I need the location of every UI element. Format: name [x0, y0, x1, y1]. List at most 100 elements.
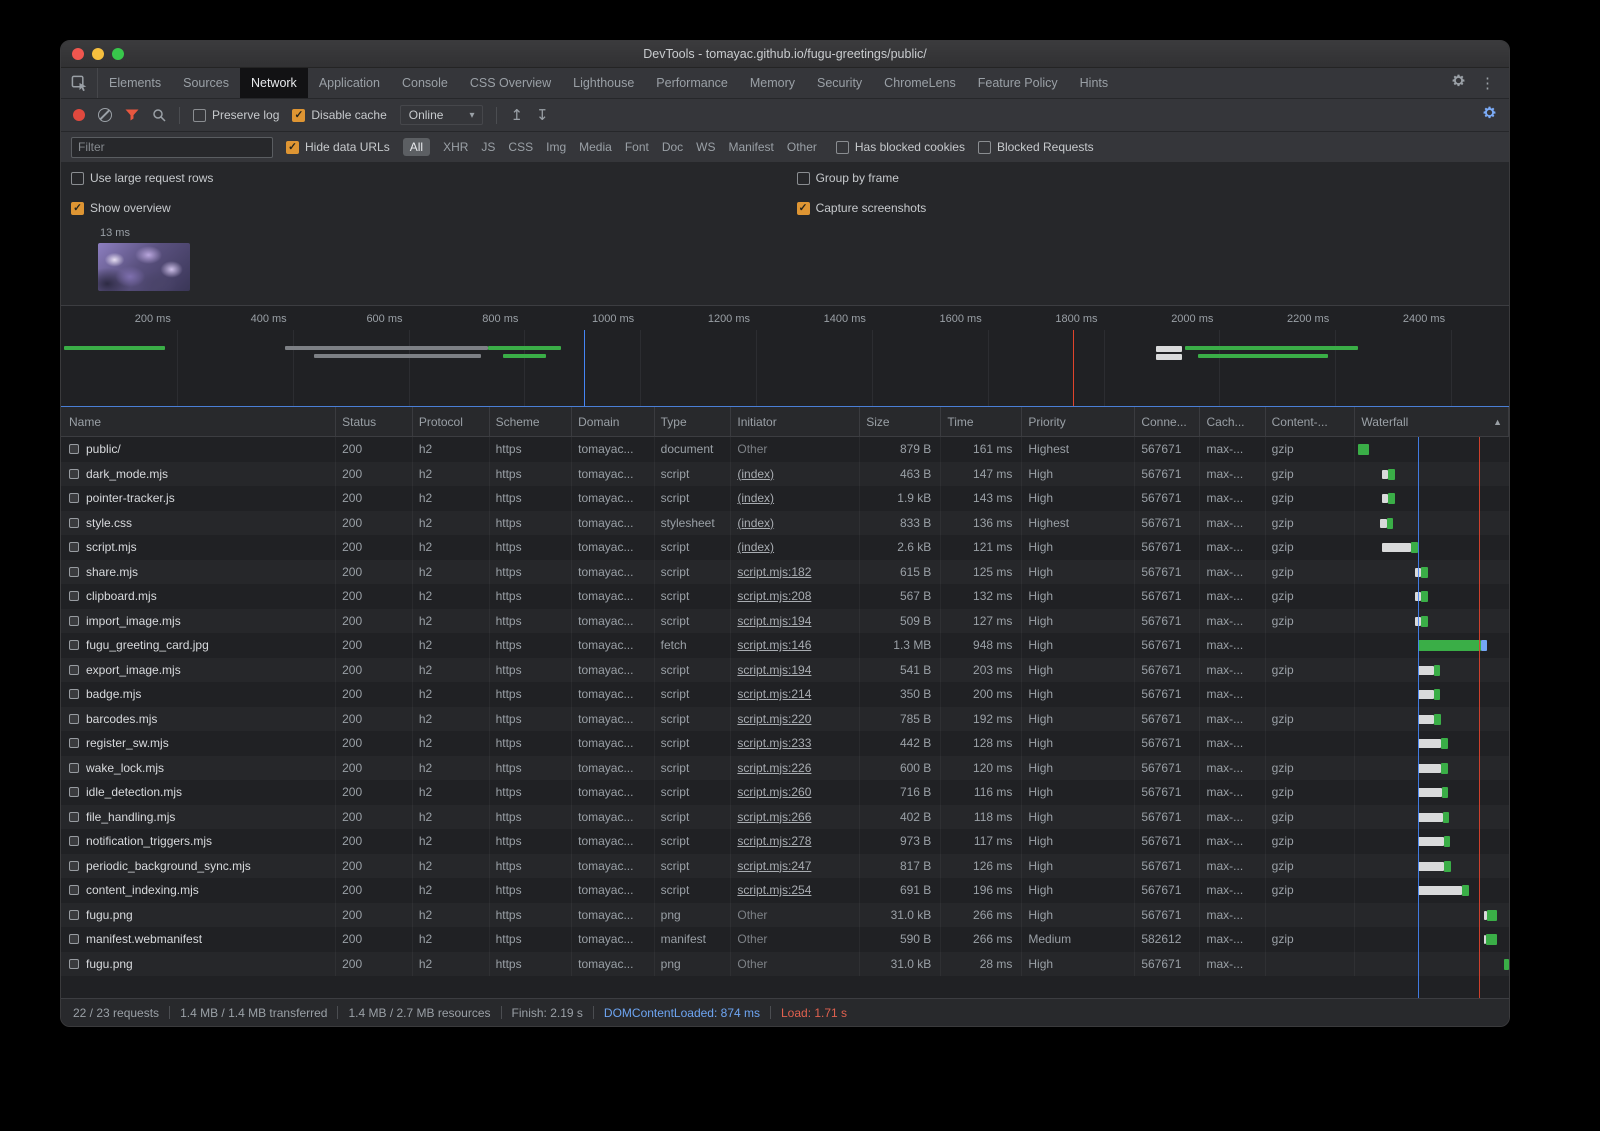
- filter-input[interactable]: [71, 137, 273, 158]
- request-row[interactable]: clipboard.mjs200h2httpstomayac...scripts…: [61, 584, 1509, 609]
- column-header-conne[interactable]: Conne...: [1135, 407, 1200, 436]
- column-header-name[interactable]: Name: [61, 407, 336, 436]
- tab-css-overview[interactable]: CSS Overview: [459, 68, 562, 98]
- minimize-window-button[interactable]: [92, 48, 104, 60]
- capture-screenshots-checkbox[interactable]: Capture screenshots: [797, 201, 927, 215]
- preserve-log-checkbox[interactable]: Preserve log: [193, 108, 279, 122]
- tab-security[interactable]: Security: [806, 68, 873, 98]
- initiator-link[interactable]: script.mjs:220: [737, 712, 811, 726]
- has-blocked-cookies-checkbox[interactable]: Has blocked cookies: [836, 140, 965, 154]
- type-filter-css[interactable]: CSS: [508, 140, 533, 154]
- request-row[interactable]: import_image.mjs200h2httpstomayac...scri…: [61, 609, 1509, 634]
- initiator-link[interactable]: script.mjs:233: [737, 736, 811, 750]
- initiator-link[interactable]: script.mjs:260: [737, 785, 811, 799]
- initiator-link[interactable]: script.mjs:194: [737, 614, 811, 628]
- filter-icon[interactable]: [125, 109, 139, 121]
- request-row[interactable]: export_image.mjs200h2httpstomayac...scri…: [61, 658, 1509, 683]
- type-filter-ws[interactable]: WS: [696, 140, 715, 154]
- initiator-link[interactable]: (index): [737, 491, 774, 505]
- tab-hints[interactable]: Hints: [1069, 68, 1119, 98]
- record-button[interactable]: [73, 109, 85, 121]
- request-row[interactable]: fugu.png200h2httpstomayac...pngOther31.0…: [61, 903, 1509, 928]
- tab-memory[interactable]: Memory: [739, 68, 806, 98]
- initiator-link[interactable]: script.mjs:266: [737, 810, 811, 824]
- column-header-content[interactable]: Content-...: [1266, 407, 1356, 436]
- tab-console[interactable]: Console: [391, 68, 459, 98]
- request-row[interactable]: idle_detection.mjs200h2httpstomayac...sc…: [61, 780, 1509, 805]
- initiator-link[interactable]: script.mjs:278: [737, 834, 811, 848]
- column-header-size[interactable]: Size: [860, 407, 941, 436]
- search-icon[interactable]: [152, 108, 166, 122]
- request-row[interactable]: notification_triggers.mjs200h2httpstomay…: [61, 829, 1509, 854]
- column-header-time[interactable]: Time: [941, 407, 1022, 436]
- network-settings-icon[interactable]: [1482, 105, 1497, 125]
- filmstrip-screenshot[interactable]: [98, 243, 190, 291]
- initiator-link[interactable]: (index): [737, 516, 774, 530]
- zoom-window-button[interactable]: [112, 48, 124, 60]
- initiator-link[interactable]: script.mjs:247: [737, 859, 811, 873]
- initiator-link[interactable]: script.mjs:214: [737, 687, 811, 701]
- initiator-link[interactable]: script.mjs:226: [737, 761, 811, 775]
- disable-cache-checkbox[interactable]: Disable cache: [292, 108, 386, 122]
- request-row[interactable]: file_handling.mjs200h2httpstomayac...scr…: [61, 805, 1509, 830]
- initiator-link[interactable]: script.mjs:182: [737, 565, 811, 579]
- network-overview-timeline[interactable]: 200 ms400 ms600 ms800 ms1000 ms1200 ms14…: [61, 305, 1509, 406]
- column-header-domain[interactable]: Domain: [572, 407, 655, 436]
- request-row[interactable]: periodic_background_sync.mjs200h2httpsto…: [61, 854, 1509, 879]
- type-filter-media[interactable]: Media: [579, 140, 612, 154]
- initiator-link[interactable]: (index): [737, 540, 774, 554]
- tab-feature-policy[interactable]: Feature Policy: [967, 68, 1069, 98]
- request-row[interactable]: barcodes.mjs200h2httpstomayac...scriptsc…: [61, 707, 1509, 732]
- type-filter-img[interactable]: Img: [546, 140, 566, 154]
- tab-application[interactable]: Application: [308, 68, 391, 98]
- more-options-icon[interactable]: ⋮: [1480, 76, 1495, 91]
- initiator-link[interactable]: script.mjs:146: [737, 638, 811, 652]
- column-header-protocol[interactable]: Protocol: [413, 407, 490, 436]
- initiator-link[interactable]: (index): [737, 467, 774, 481]
- tab-elements[interactable]: Elements: [98, 68, 172, 98]
- close-window-button[interactable]: [72, 48, 84, 60]
- type-filter-all[interactable]: All: [403, 138, 430, 156]
- request-row[interactable]: share.mjs200h2httpstomayac...scriptscrip…: [61, 560, 1509, 585]
- clear-icon[interactable]: [98, 108, 112, 122]
- type-filter-other[interactable]: Other: [787, 140, 817, 154]
- export-har-icon[interactable]: ↧: [536, 108, 549, 123]
- request-row[interactable]: pointer-tracker.js200h2httpstomayac...sc…: [61, 486, 1509, 511]
- type-filter-font[interactable]: Font: [625, 140, 649, 154]
- type-filter-manifest[interactable]: Manifest: [729, 140, 774, 154]
- hide-data-urls-checkbox[interactable]: Hide data URLs: [286, 140, 390, 154]
- tab-chromelens[interactable]: ChromeLens: [873, 68, 967, 98]
- initiator-link[interactable]: script.mjs:254: [737, 883, 811, 897]
- request-row[interactable]: register_sw.mjs200h2httpstomayac...scrip…: [61, 731, 1509, 756]
- request-row[interactable]: public/200h2httpstomayac...documentOther…: [61, 437, 1509, 462]
- request-row[interactable]: manifest.webmanifest200h2httpstomayac...…: [61, 927, 1509, 952]
- tab-lighthouse[interactable]: Lighthouse: [562, 68, 645, 98]
- type-filter-doc[interactable]: Doc: [662, 140, 683, 154]
- request-row[interactable]: fugu_greeting_card.jpg200h2httpstomayac.…: [61, 633, 1509, 658]
- type-filter-xhr[interactable]: XHR: [443, 140, 468, 154]
- blocked-requests-checkbox[interactable]: Blocked Requests: [978, 140, 1094, 154]
- use-large-request-rows-checkbox[interactable]: Use large request rows: [71, 171, 213, 185]
- tab-network[interactable]: Network: [240, 68, 308, 98]
- column-header-status[interactable]: Status: [336, 407, 413, 436]
- column-header-initiator[interactable]: Initiator: [731, 407, 860, 436]
- request-row[interactable]: style.css200h2httpstomayac...stylesheet(…: [61, 511, 1509, 536]
- request-row[interactable]: badge.mjs200h2httpstomayac...scriptscrip…: [61, 682, 1509, 707]
- column-header-waterfall[interactable]: Waterfall▲: [1355, 407, 1509, 436]
- group-by-frame-checkbox[interactable]: Group by frame: [797, 171, 899, 185]
- initiator-link[interactable]: script.mjs:194: [737, 663, 811, 677]
- request-row[interactable]: dark_mode.mjs200h2httpstomayac...script(…: [61, 462, 1509, 487]
- column-header-cach[interactable]: Cach...: [1200, 407, 1265, 436]
- show-overview-checkbox[interactable]: Show overview: [71, 201, 171, 215]
- column-header-scheme[interactable]: Scheme: [490, 407, 573, 436]
- inspect-element-icon[interactable]: [61, 68, 98, 98]
- request-row[interactable]: wake_lock.mjs200h2httpstomayac...scripts…: [61, 756, 1509, 781]
- throttling-select[interactable]: Online ▾: [400, 105, 484, 125]
- column-header-type[interactable]: Type: [655, 407, 732, 436]
- import-har-icon[interactable]: ↥: [510, 108, 523, 123]
- initiator-link[interactable]: script.mjs:208: [737, 589, 811, 603]
- request-row[interactable]: fugu.png200h2httpstomayac...pngOther31.0…: [61, 952, 1509, 977]
- settings-icon[interactable]: [1451, 73, 1466, 93]
- request-row[interactable]: content_indexing.mjs200h2httpstomayac...…: [61, 878, 1509, 903]
- tab-performance[interactable]: Performance: [645, 68, 739, 98]
